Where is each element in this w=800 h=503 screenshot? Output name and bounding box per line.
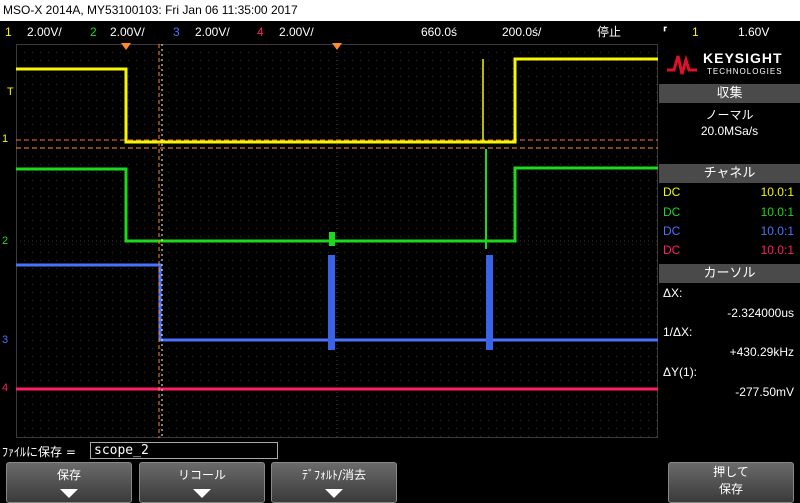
ch2-noise-burst [329, 232, 335, 246]
acquire-rate: 20.0MSa/s [700, 124, 759, 138]
brand-name: KEYSIGHT [703, 50, 783, 66]
ch2-probe: 10.0:1 [760, 205, 794, 219]
waveform-display[interactable] [16, 44, 658, 438]
cursor-dy-value: -277.50mV [735, 385, 794, 399]
trigger-marker[interactable]: T [7, 86, 14, 98]
softkey-area: ﾌｧｲﾙに保存 = scope_2 保存 リコール ﾃﾞﾌｫﾙﾄ/消去 押して … [0, 438, 800, 503]
ch2-coupling: DC [663, 205, 681, 219]
ch4-number[interactable]: 4 [257, 21, 264, 43]
arrow-down-icon [60, 489, 78, 498]
ch4-coupling: DC [663, 243, 681, 257]
ch3-probe: 10.0:1 [760, 224, 794, 238]
recall-softkey-label: リコール [177, 468, 226, 482]
cursor-dy-label: ΔY(1): [663, 365, 698, 379]
trigger-channel[interactable]: 1 [692, 21, 699, 43]
press-to-save-label-1: 押して [713, 465, 749, 479]
ch3-number[interactable]: 3 [173, 21, 180, 43]
ch3-burst-1 [328, 255, 335, 350]
ch1-number[interactable]: 1 [5, 21, 12, 43]
time-reference-marker[interactable] [332, 43, 342, 50]
acquire-mode: ノーマル [705, 108, 754, 122]
side-panel: KEYSIGHT TECHNOLOGIES 収集 ノーマル 20.0MSa/s … [659, 44, 800, 438]
ch1-scale[interactable]: 2.00V/ [27, 21, 62, 43]
channels-header[interactable]: チャネル [659, 164, 800, 183]
cursor-inv-dx-label: 1/ΔX: [663, 325, 693, 339]
brand-sub: TECHNOLOGIES [707, 67, 783, 76]
arrow-down-icon [325, 489, 343, 498]
ch1-coupling: DC [663, 185, 681, 199]
keysight-wave-icon [667, 54, 697, 75]
trigger-position-marker[interactable] [121, 43, 131, 50]
ch3-ground-marker[interactable]: 3 [2, 334, 8, 346]
trigger-edge-icon: ⸢ [663, 25, 668, 39]
ch1-probe: 10.0:1 [760, 185, 794, 199]
window-title: MSO-X 2014A, MY53100103: Fri Jan 06 11:3… [3, 3, 298, 17]
ch2-scale[interactable]: 2.00V/ [110, 21, 145, 43]
channel-markers: T 1 2 3 4 [0, 44, 16, 438]
ch4-probe: 10.0:1 [760, 243, 794, 257]
ch2-ground-marker[interactable]: 2 [2, 235, 8, 247]
default-erase-softkey[interactable]: ﾃﾞﾌｫﾙﾄ/消去 [271, 462, 397, 503]
filename-input[interactable]: scope_2 [90, 442, 278, 459]
brand-logo: KEYSIGHT TECHNOLOGIES [659, 44, 800, 84]
ch4-scale[interactable]: 2.00V/ [279, 21, 314, 43]
save-softkey[interactable]: 保存 [6, 462, 132, 503]
timebase-position[interactable]: 660.0ś [421, 21, 457, 43]
cursors-header[interactable]: カーソル [659, 264, 800, 283]
ch3-burst-2 [486, 255, 493, 350]
ch3-scale[interactable]: 2.00V/ [195, 21, 230, 43]
press-to-save-label-2: 保存 [718, 482, 743, 496]
default-erase-softkey-label: ﾃﾞﾌｫﾙﾄ/消去 [301, 468, 367, 482]
ch2-number[interactable]: 2 [90, 21, 97, 43]
ch1-ground-marker[interactable]: 1 [2, 133, 8, 145]
save-softkey-label: 保存 [56, 468, 81, 482]
arrow-down-icon [193, 489, 211, 498]
acquire-header[interactable]: 収集 [659, 84, 800, 103]
trigger-level[interactable]: 1.60V [738, 21, 769, 43]
title-bar: MSO-X 2014A, MY53100103: Fri Jan 06 11:3… [0, 0, 800, 21]
press-to-save-softkey[interactable]: 押して 保存 [668, 462, 794, 503]
cursor-dx-label: ΔX: [663, 286, 683, 300]
ch4-ground-marker[interactable]: 4 [2, 382, 8, 394]
cursor-dx-value: -2.324000us [727, 306, 794, 320]
ch3-coupling: DC [663, 224, 681, 238]
cursor-inv-dx-value: +430.29kHz [729, 345, 794, 359]
save-to-file-label: ﾌｧｲﾙに保存 = [2, 445, 76, 459]
channel-status-bar: 1 2.00V/ 2 2.00V/ 3 2.00V/ 4 2.00V/ 660.… [0, 21, 800, 43]
run-state: 停止 [597, 25, 622, 39]
recall-softkey[interactable]: リコール [139, 462, 265, 503]
timebase-scale[interactable]: 200.0ś/ [502, 21, 541, 43]
